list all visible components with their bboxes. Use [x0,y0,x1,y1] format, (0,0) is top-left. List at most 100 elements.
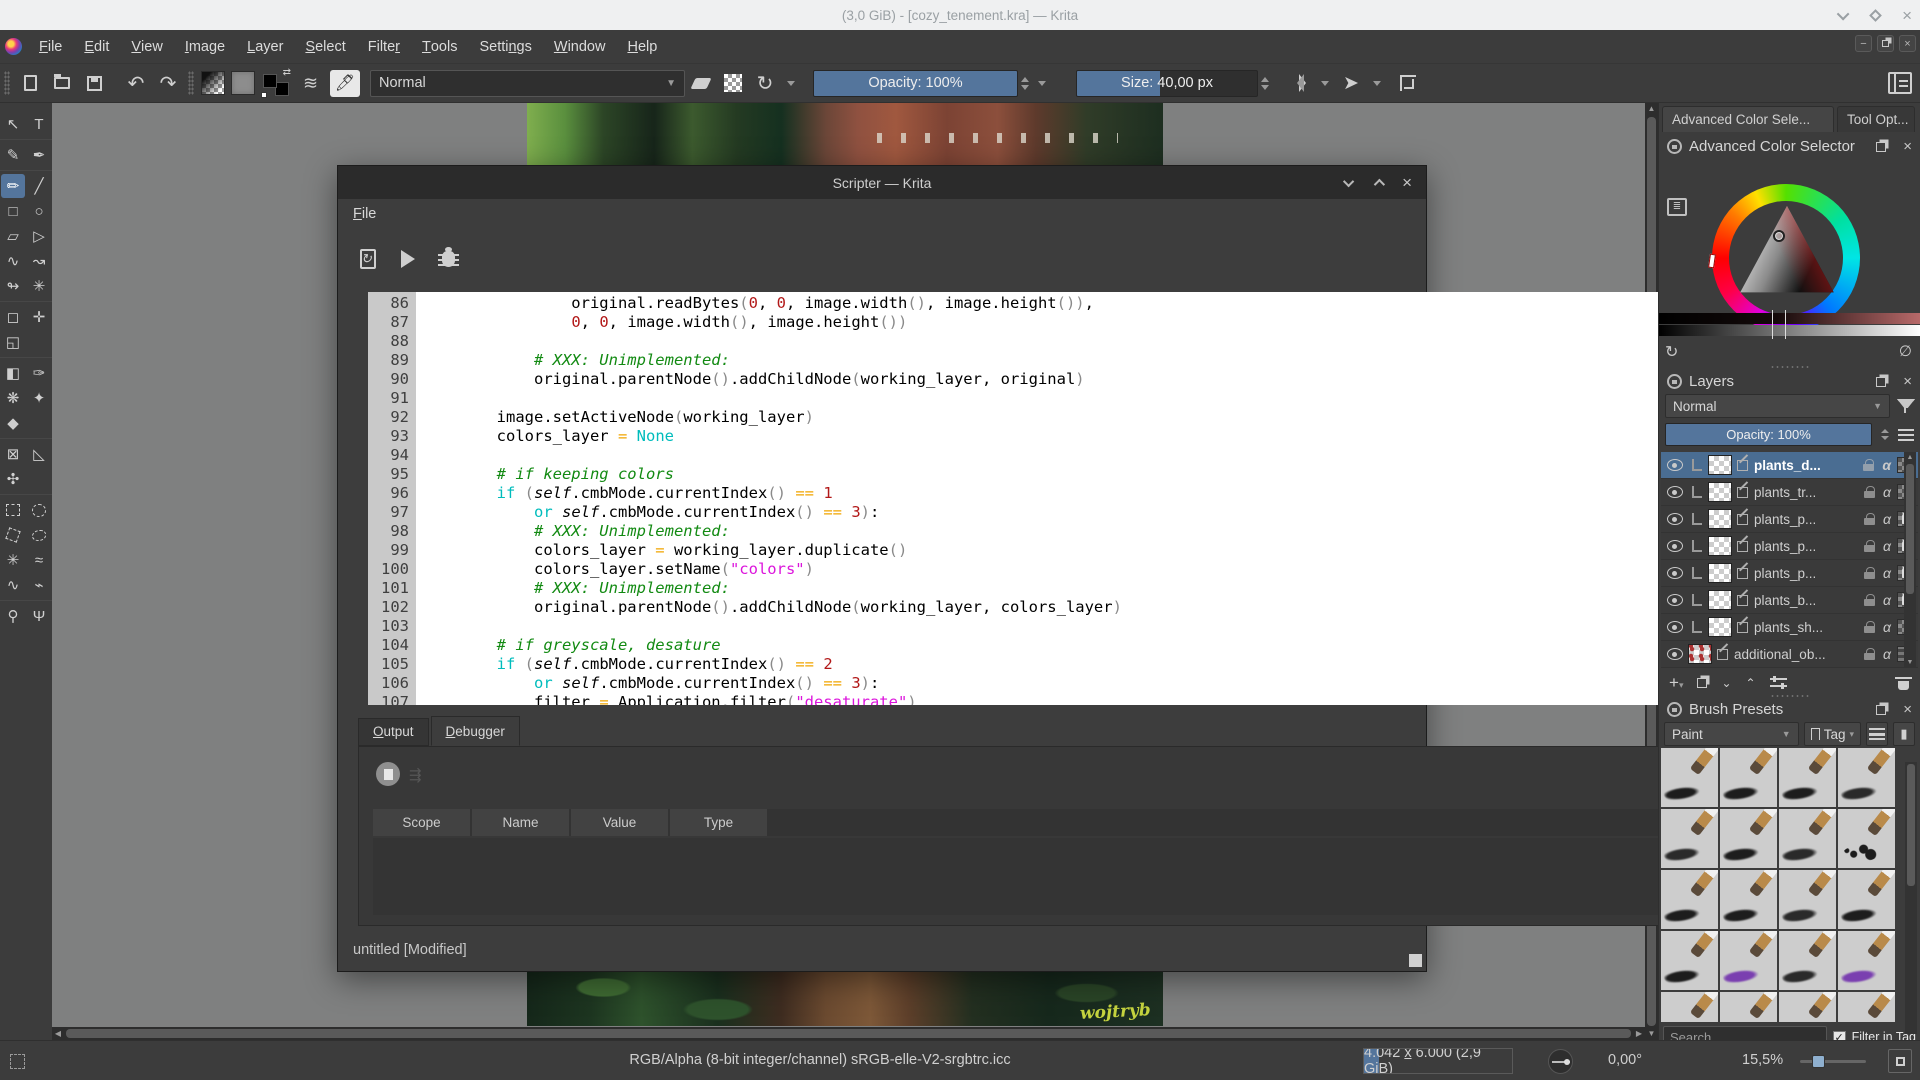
layer-name[interactable]: plants_d... [1754,458,1859,473]
layer-lock-icon[interactable] [1864,621,1875,633]
reset-colors-icon[interactable] [261,92,267,98]
tool-reference-images-icon[interactable]: ⊠ [1,442,25,466]
tool-calligraphy-icon[interactable]: ✒ [27,143,51,167]
brush-preset-thumbnail[interactable] [1779,931,1836,990]
menu-tools[interactable]: Tools [411,30,468,63]
selection-mode-icon[interactable] [10,1054,25,1069]
scripter-titlebar[interactable]: Scripter — Krita × [338,166,1426,199]
layer-thumbnail[interactable] [1708,482,1732,502]
tool-select-shapes-icon[interactable]: ↖ [1,112,25,136]
layer-filter-icon[interactable] [1896,398,1914,414]
tab-tool-options[interactable]: Tool Opt... [1837,106,1915,132]
menu-window[interactable]: Window [543,30,617,63]
code-line[interactable]: # XXX: Unimplemented: [422,351,1734,370]
code-line[interactable]: # if greyscale, desature [422,636,1734,655]
layer-visibility-icon[interactable] [1667,648,1683,660]
new-script-icon[interactable] [353,244,383,274]
duplicate-layer-button[interactable] [1697,678,1707,688]
code-line[interactable]: colors_layer.setName("colors") [422,560,1734,579]
brush-grid-scrollbar[interactable] [1905,762,1917,1034]
no-color-icon[interactable]: ∅ [1899,342,1912,360]
tool-measure-icon[interactable]: ◺ [27,442,51,466]
brush-preset-thumbnail[interactable] [1779,870,1836,929]
float-panel-icon[interactable] [1876,142,1886,152]
code-line[interactable]: original.parentNode().addChildNode(worki… [422,370,1734,389]
scroll-left-icon[interactable]: ◀ [52,1027,64,1040]
layer-name[interactable]: plants_sh... [1754,620,1860,635]
tool-multibrush-icon[interactable]: ✳ [27,274,51,298]
tool-ellipse-icon[interactable]: ○ [27,199,51,223]
scroll-right-icon[interactable]: ▶ [1633,1027,1645,1040]
color-selector-dot[interactable] [1773,230,1785,242]
opacity-spinner[interactable] [1021,77,1029,90]
menu-layer[interactable]: Layer [236,30,294,63]
zoom-reset-button[interactable] [1888,1049,1912,1073]
brush-size-slider[interactable]: Size: 40,00 px [1076,70,1258,97]
delete-layer-button[interactable] [1897,677,1910,690]
tool-freehand-selection-icon[interactable] [27,523,51,547]
brush-preset-thumbnail[interactable] [1838,992,1895,1022]
brush-preset-thumbnail[interactable] [1720,931,1777,990]
layer-blending-mode-select[interactable]: Normal ▼ [1665,394,1890,418]
alpha-lock-icon[interactable]: α [1883,592,1891,608]
layer-lock-icon[interactable] [1864,486,1875,498]
code-line[interactable]: original.parentNode().addChildNode(worki… [422,598,1734,617]
inherit-alpha-icon[interactable] [1737,541,1748,552]
scroll-up-icon[interactable]: ▲ [1645,103,1658,115]
layer-visibility-icon[interactable] [1667,540,1683,552]
layer-name[interactable]: plants_p... [1754,512,1860,527]
brush-preset-thumbnail[interactable] [1720,992,1777,1022]
code-line[interactable]: if (self.cmbMode.currentIndex() == 1 [422,484,1734,503]
open-document-button[interactable] [49,70,75,96]
refresh-icon[interactable]: ↻ [1665,342,1678,362]
tool-pan-icon[interactable]: Ψ [27,604,51,628]
layer-options-icon[interactable] [1898,429,1914,441]
tool-colorize-mask-icon[interactable]: ✦ [27,386,51,410]
tab-output[interactable]: Output [358,718,429,746]
code-line[interactable] [422,446,1734,465]
gradient-chooser[interactable] [201,71,225,95]
layer-name[interactable]: additional_ob... [1734,647,1860,662]
subwindow-close-icon[interactable]: × [1899,35,1916,52]
brush-preset-thumbnail[interactable] [1661,931,1718,990]
dialog-shade-icon[interactable] [1343,175,1354,186]
layer-row[interactable]: additional_ob...α [1661,641,1918,668]
code-line[interactable]: colors_layer = None [422,427,1734,446]
layer-lock-icon[interactable] [1864,513,1875,525]
layer-row[interactable]: plants_d...α [1661,452,1918,479]
brush-preset-thumbnail[interactable] [1661,992,1718,1022]
layer-lock-icon[interactable] [1864,567,1875,579]
eraser-mode-button[interactable] [688,70,714,96]
close-panel-icon[interactable]: × [1903,374,1912,389]
layer-list-scrollbar[interactable]: ▲▼ [1904,452,1916,668]
debug-column-type[interactable]: Type [670,809,767,836]
debug-column-name[interactable]: Name [472,809,569,836]
tool-smart-patch-icon[interactable]: ❋ [1,386,25,410]
dialog-close-icon[interactable]: × [1402,173,1412,193]
inherit-alpha-icon[interactable] [1737,622,1748,633]
tool-polygon-icon[interactable]: ▱ [1,224,25,248]
move-layer-down-button[interactable]: ⌄ [1721,676,1731,690]
code-line[interactable]: 0, 0, image.width(), image.height()) [422,313,1734,332]
chevron-down-icon[interactable] [1038,81,1046,86]
toolbar-drag-handle[interactable] [4,71,10,95]
tool-dynamic-brush-icon[interactable]: ↬ [1,274,25,298]
layer-thumbnail[interactable] [1708,509,1732,529]
tool-polygonal-selection-icon[interactable] [1,523,25,547]
code-line[interactable]: filter = Application.filter("desaturate"… [422,693,1734,705]
tab-debugger[interactable]: Debugger [431,716,520,746]
layer-row[interactable]: plants_p...α [1661,506,1918,533]
layer-name[interactable]: plants_tr... [1754,485,1860,500]
scroll-down-icon[interactable]: ▼ [1645,1028,1658,1040]
brush-preset-thumbnail[interactable] [1661,748,1718,807]
tool-similar-color-selection-icon[interactable]: ≈ [27,548,51,572]
layer-thumbnail[interactable] [1708,455,1732,475]
tool-text-icon[interactable]: T [27,112,51,136]
move-layer-up-button[interactable]: ⌃ [1746,676,1756,690]
layer-row[interactable]: plants_b...α [1661,587,1918,614]
horizontal-mirror-button[interactable] [1286,70,1312,96]
reload-brush-button[interactable]: ↻ [752,70,778,96]
layer-visibility-icon[interactable] [1667,621,1683,633]
code-line[interactable]: # if keeping colors [422,465,1734,484]
code-line[interactable]: or self.cmbMode.currentIndex() == 3): [422,503,1734,522]
